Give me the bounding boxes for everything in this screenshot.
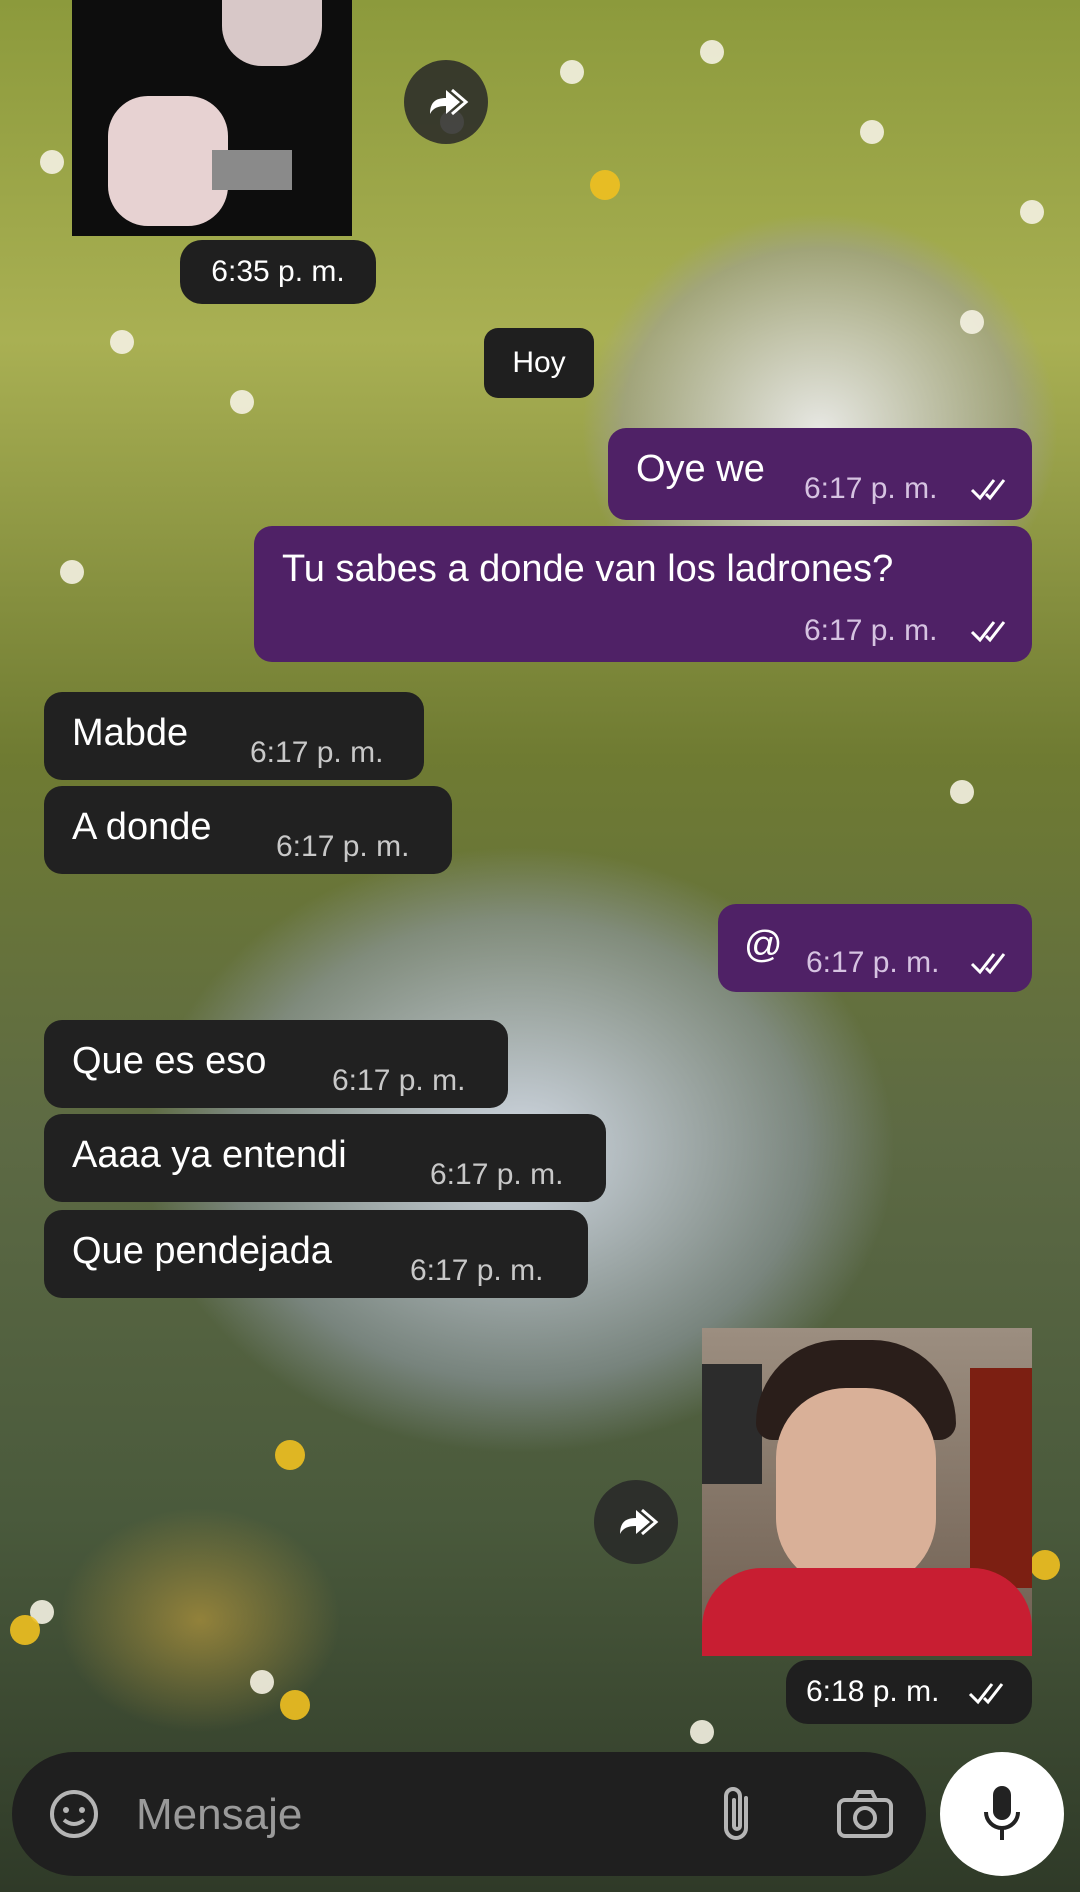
message-time: 6:17 p. m.	[332, 1064, 466, 1097]
camera-icon[interactable]	[836, 1788, 894, 1840]
message-text: Mabde	[72, 712, 189, 754]
forward-button[interactable]	[594, 1480, 678, 1564]
read-checkmarks-icon	[970, 479, 1006, 501]
read-checkmarks-icon	[970, 621, 1006, 643]
forward-icon	[620, 1508, 659, 1536]
message-time: 6:17 p. m.	[430, 1158, 564, 1191]
sticker-icon[interactable]	[46, 1786, 102, 1842]
read-checkmarks-icon	[968, 1683, 1004, 1705]
forward-button[interactable]	[404, 60, 488, 144]
message-time: 6:17 p. m.	[806, 946, 940, 979]
message-text: Que pendejada	[72, 1230, 332, 1272]
message-time: 6:18 p. m.	[806, 1675, 940, 1708]
message-input[interactable]	[134, 1784, 698, 1846]
outgoing-message[interactable]: Oye we 6:17 p. m.	[608, 428, 1032, 520]
message-time: 6:17 p. m.	[410, 1254, 544, 1287]
forward-icon	[430, 88, 469, 116]
outgoing-message[interactable]: Tu sabes a donde van los ladrones? 6:17 …	[254, 526, 1032, 662]
message-time: 6:17 p. m.	[804, 472, 938, 505]
outgoing-message[interactable]: @ 6:17 p. m.	[718, 904, 1032, 992]
incoming-message[interactable]: Que es eso 6:17 p. m.	[44, 1020, 508, 1108]
incoming-message[interactable]: Que pendejada 6:17 p. m.	[44, 1210, 588, 1298]
incoming-message[interactable]: A donde 6:17 p. m.	[44, 786, 452, 874]
message-time: 6:17 p. m.	[804, 614, 938, 647]
read-checkmarks-icon	[970, 953, 1006, 975]
message-text: A donde	[72, 806, 212, 848]
message-time: 6:17 p. m.	[276, 830, 410, 863]
video-timestamp: 6:18 p. m.	[786, 1660, 1032, 1724]
message-text: Oye we	[636, 448, 765, 490]
voice-record-button[interactable]	[940, 1752, 1064, 1876]
incoming-message[interactable]: Mabde 6:17 p. m.	[44, 692, 424, 780]
mic-icon	[984, 1786, 1020, 1840]
forwarded-photo[interactable]	[72, 0, 352, 236]
message-text: Que es eso	[72, 1040, 267, 1082]
message-composer	[12, 1752, 926, 1876]
attach-icon[interactable]	[716, 1782, 760, 1846]
incoming-message[interactable]: Aaaa ya entendi 6:17 p. m.	[44, 1114, 606, 1202]
message-text: Tu sabes a donde van los ladrones?	[282, 548, 894, 590]
forwarded-video[interactable]	[702, 1328, 1032, 1656]
message-text: Aaaa ya entendi	[72, 1134, 347, 1176]
date-separator: Hoy	[484, 328, 594, 398]
message-text: @	[744, 924, 783, 966]
message-time: 6:17 p. m.	[250, 736, 384, 769]
photo-timestamp: 6:35 p. m.	[180, 240, 376, 304]
